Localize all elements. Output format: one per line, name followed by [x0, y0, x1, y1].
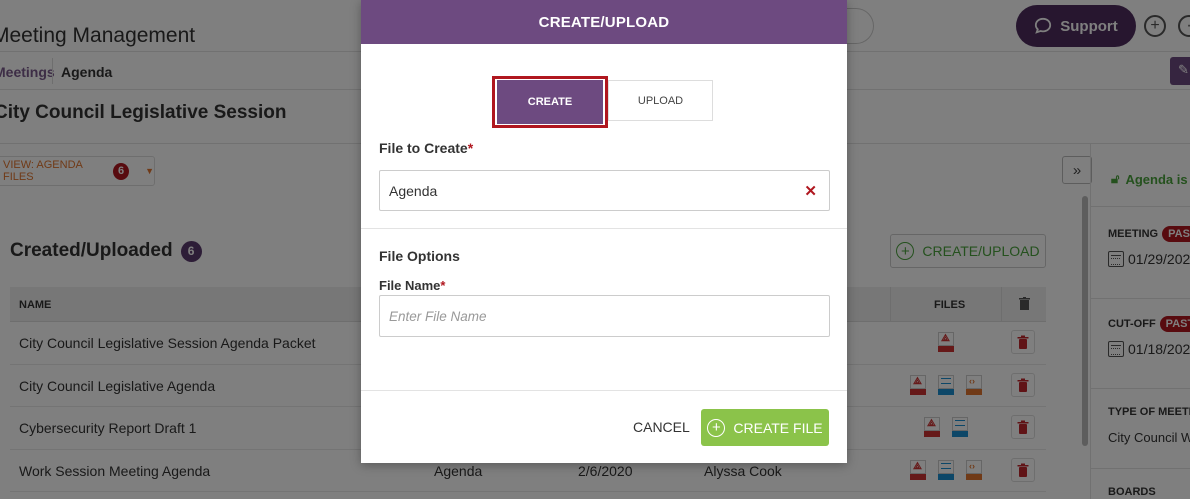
tab-upload[interactable]: UPLOAD	[608, 80, 713, 121]
clear-icon[interactable]: ✕	[804, 182, 817, 200]
file-options-heading: File Options	[379, 248, 460, 264]
file-name-label-text: File Name	[379, 278, 441, 293]
file-to-create-label-text: File to Create	[379, 140, 468, 156]
file-to-create-label: File to Create*	[379, 140, 473, 156]
file-to-create-select[interactable]: Agenda ✕	[379, 170, 830, 211]
required-mark: *	[440, 278, 446, 293]
file-name-placeholder: Enter File Name	[389, 308, 487, 324]
plus-circle-icon: +	[707, 418, 726, 437]
modal-footer: CANCEL + CREATE FILE	[361, 390, 847, 463]
file-name-label: File Name*	[379, 278, 445, 293]
create-file-label: CREATE FILE	[733, 419, 823, 436]
create-upload-modal: CREATE/UPLOAD CREATE UPLOAD File to Crea…	[361, 0, 847, 463]
divider	[361, 228, 847, 229]
required-mark: *	[467, 140, 474, 156]
file-name-input[interactable]: Enter File Name	[379, 295, 830, 337]
cancel-button[interactable]: CANCEL	[633, 419, 690, 435]
file-to-create-value: Agenda	[389, 182, 438, 199]
modal-title: CREATE/UPLOAD	[361, 0, 847, 44]
tab-create[interactable]: CREATE	[497, 80, 603, 124]
create-file-button[interactable]: + CREATE FILE	[701, 409, 829, 446]
create-upload-toggle: CREATE UPLOAD	[492, 76, 713, 128]
